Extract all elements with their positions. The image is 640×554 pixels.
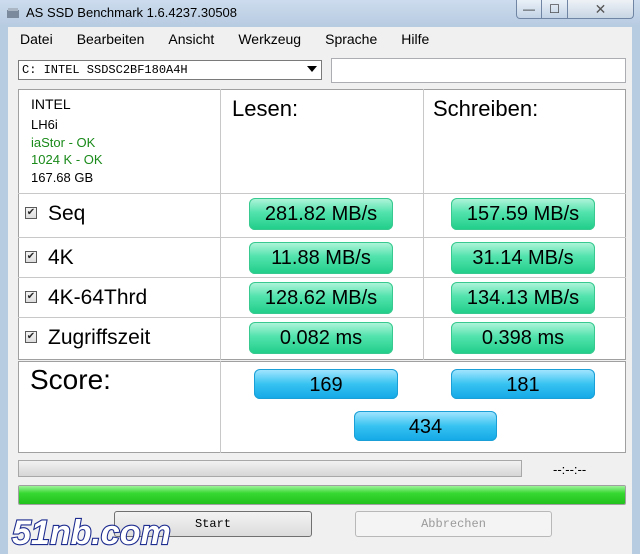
svg-text:51nb.com: 51nb.com [12, 514, 171, 552]
write-score: 181 [451, 369, 595, 399]
4k64-read-result: 128.62 MB/s [249, 282, 393, 314]
maximize-icon: ☐ [549, 2, 560, 16]
4k-write-result: 31.14 MB/s [451, 242, 595, 274]
close-button[interactable]: ✕ [568, 0, 634, 19]
drive-firmware: LH6i [31, 117, 58, 132]
write-header: Schreiben: [433, 96, 539, 121]
watermark-logo: 51nb.com [11, 513, 172, 553]
score-divider [220, 361, 221, 453]
seq-write-result: 157.59 MB/s [451, 198, 595, 230]
grid-divider [220, 89, 221, 360]
row-label-4k64: 4K-64Thrd [48, 286, 148, 309]
menu-datei[interactable]: Datei [20, 31, 53, 53]
drive-select-value: C: INTEL SSDSC2BF180A4H [22, 63, 188, 77]
minimize-button[interactable]: — [516, 0, 542, 19]
overall-progress-bar [18, 485, 626, 505]
total-score: 434 [354, 411, 497, 441]
access-write-result: 0.398 ms [451, 322, 595, 354]
seq-checkbox[interactable]: ✔ [25, 207, 37, 219]
access-time-checkbox[interactable]: ✔ [25, 331, 37, 343]
score-label: Score: [30, 364, 111, 395]
row-label-seq: Seq [48, 202, 86, 225]
grid-divider [18, 277, 626, 278]
grid-divider [18, 193, 626, 194]
menu-bearbeiten[interactable]: Bearbeiten [77, 31, 145, 53]
menu-sprache[interactable]: Sprache [325, 31, 377, 53]
test-progress-bar [18, 460, 522, 477]
alignment-status: 1024 K - OK [31, 152, 103, 167]
window-title: AS SSD Benchmark 1.6.4237.30508 [26, 5, 238, 20]
chevron-down-icon [307, 66, 317, 72]
elapsed-time: --:--:-- [553, 462, 587, 477]
menu-werkzeug[interactable]: Werkzeug [238, 31, 301, 53]
drive-capacity: 167.68 GB [31, 170, 94, 185]
close-icon: ✕ [594, 0, 607, 17]
grid-divider [423, 89, 424, 360]
menu-ansicht[interactable]: Ansicht [168, 31, 214, 53]
maximize-button[interactable]: ☐ [542, 0, 568, 19]
grid-divider [18, 317, 626, 318]
access-read-result: 0.082 ms [249, 322, 393, 354]
4k-checkbox[interactable]: ✔ [25, 251, 37, 263]
read-header: Lesen: [232, 96, 299, 121]
4k64-checkbox[interactable]: ✔ [25, 291, 37, 303]
grid-divider [18, 237, 626, 238]
menu-hilfe[interactable]: Hilfe [401, 31, 429, 53]
abort-button[interactable]: Abbrechen [355, 511, 552, 537]
window-controls: — ☐ ✕ [516, 0, 634, 20]
title-bar: AS SSD Benchmark 1.6.4237.30508 — ☐ ✕ [0, 0, 640, 26]
app-icon [7, 8, 19, 18]
menu-bar: Datei Bearbeiten Ansicht Werkzeug Sprach… [8, 31, 441, 53]
row-label-access-time: Zugriffszeit [48, 326, 151, 349]
driver-status: iaStor - OK [31, 135, 96, 150]
4k-read-result: 11.88 MB/s [249, 242, 393, 274]
read-score: 169 [254, 369, 398, 399]
side-input[interactable] [331, 58, 626, 83]
seq-read-result: 281.82 MB/s [249, 198, 393, 230]
4k64-write-result: 134.13 MB/s [451, 282, 595, 314]
drive-select[interactable]: C: INTEL SSDSC2BF180A4H [18, 60, 322, 80]
minimize-icon: — [523, 2, 535, 16]
progress-fill [19, 486, 625, 504]
drive-vendor: INTEL [31, 96, 71, 112]
row-label-4k: 4K [48, 246, 74, 269]
